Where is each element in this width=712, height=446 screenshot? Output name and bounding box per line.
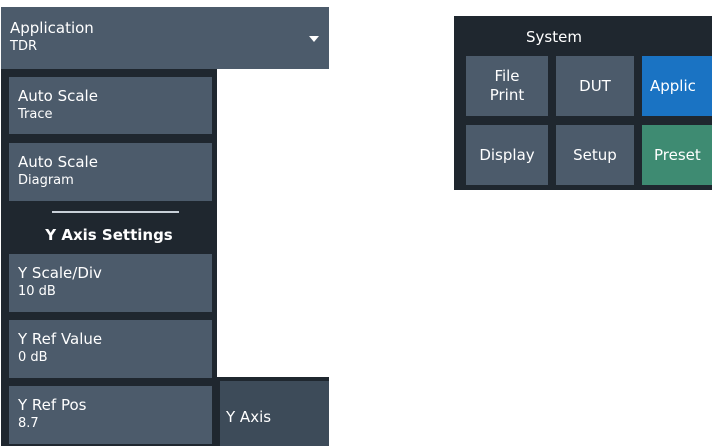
system-panel-title: System [526, 28, 582, 46]
y-ref-value-label: Y Ref Value [18, 330, 103, 348]
y-axis-tab-frame: Y Axis [217, 377, 329, 446]
display-button[interactable]: Display [466, 125, 548, 185]
section-divider [52, 211, 179, 213]
auto-scale-trace-line1: Auto Scale [18, 87, 98, 105]
auto-scale-trace-line2: Trace [18, 107, 53, 122]
y-axis-settings-heading: Y Axis Settings [45, 226, 173, 244]
auto-scale-diagram-line2: Diagram [18, 173, 74, 188]
auto-scale-diagram-line1: Auto Scale [18, 153, 98, 171]
auto-scale-diagram-button[interactable]: Auto Scale Diagram [9, 143, 212, 201]
chevron-down-icon [309, 36, 319, 42]
auto-scale-trace-button[interactable]: Auto Scale Trace [9, 77, 212, 134]
y-ref-pos-label: Y Ref Pos [18, 396, 87, 414]
y-scale-div-label: Y Scale/Div [18, 264, 102, 282]
application-dropdown[interactable]: Application TDR [1, 7, 329, 69]
applic-button[interactable]: Applic [642, 56, 712, 116]
y-scale-div-value: 10 dB [18, 284, 56, 299]
application-label: Application [10, 19, 94, 37]
tab-y-axis[interactable]: Y Axis [220, 381, 329, 446]
application-value: TDR [10, 39, 37, 54]
file-print-line2: Print [489, 86, 525, 104]
setup-button[interactable]: Setup [556, 125, 634, 185]
y-scale-div-button[interactable]: Y Scale/Div 10 dB [9, 254, 212, 312]
y-ref-value-button[interactable]: Y Ref Value 0 dB [9, 320, 212, 378]
file-print-button[interactable]: File Print [466, 56, 548, 116]
file-print-line1: File [494, 67, 520, 85]
y-ref-pos-value: 8.7 [18, 416, 39, 431]
preset-button[interactable]: Preset [642, 125, 712, 185]
y-ref-value-value: 0 dB [18, 350, 48, 365]
dut-button[interactable]: DUT [556, 56, 634, 116]
y-ref-pos-button[interactable]: Y Ref Pos 8.7 [9, 386, 212, 444]
